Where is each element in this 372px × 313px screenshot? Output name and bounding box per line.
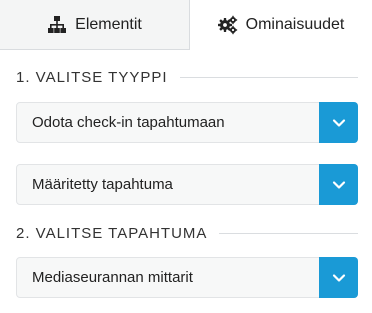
type-select-value: Odota check-in tapahtumaan bbox=[32, 114, 225, 131]
section-heading-event: 2. VALITSE TAPAHTUMA bbox=[16, 223, 358, 243]
chevron-down-icon bbox=[332, 273, 345, 282]
divider bbox=[219, 232, 358, 234]
tab-elementit[interactable]: Elementit bbox=[0, 0, 190, 50]
section-heading-type-label: 1. VALITSE TYYPPI bbox=[16, 68, 168, 86]
event-select-value: Mediaseurannan mittarit bbox=[32, 269, 193, 286]
section-heading-event-label: 2. VALITSE TAPAHTUMA bbox=[16, 224, 208, 242]
subtype-select-toggle[interactable] bbox=[319, 164, 358, 205]
type-select[interactable]: Odota check-in tapahtumaan bbox=[16, 102, 358, 143]
tab-ominaisuudet[interactable]: Ominaisuudet bbox=[190, 0, 372, 50]
event-select-toggle[interactable] bbox=[319, 257, 358, 298]
tab-elementit-label: Elementit bbox=[75, 15, 142, 33]
tab-bar: Elementit Ominaisuudet bbox=[0, 0, 372, 50]
divider bbox=[179, 76, 358, 78]
section-heading-type: 1. VALITSE TYYPPI bbox=[16, 67, 358, 87]
gears-icon bbox=[217, 15, 238, 35]
event-select[interactable]: Mediaseurannan mittarit bbox=[16, 257, 358, 298]
subtype-select-value: Määritetty tapahtuma bbox=[32, 176, 173, 193]
tab-ominaisuudet-label: Ominaisuudet bbox=[245, 16, 345, 33]
subtype-select[interactable]: Määritetty tapahtuma bbox=[16, 164, 358, 205]
chevron-down-icon bbox=[332, 180, 345, 189]
sitemap-icon bbox=[47, 15, 67, 35]
chevron-down-icon bbox=[332, 118, 345, 127]
type-select-toggle[interactable] bbox=[319, 102, 358, 143]
